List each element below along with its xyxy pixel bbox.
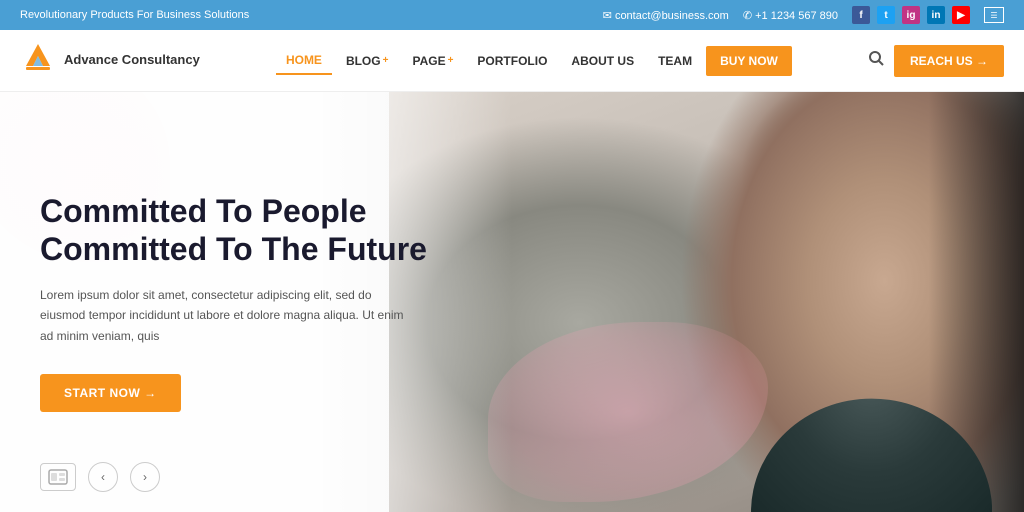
phone-area: ✆ +1 1234 567 890 <box>743 9 838 22</box>
phone-icon: ✆ <box>743 10 755 22</box>
email-icon: ✉ <box>603 10 615 22</box>
logo[interactable]: Advance Consultancy <box>20 40 200 81</box>
logo-name: Advance Consultancy <box>64 52 200 69</box>
hero-section: Committed To People Committed To The Fut… <box>0 92 1024 512</box>
nav-item-team[interactable]: TEAM <box>648 48 702 74</box>
hero-content: Committed To People Committed To The Fut… <box>40 192 427 412</box>
contact-info: ✉ contact@business.com ✆ +1 1234 567 890 <box>603 9 838 22</box>
email-text: contact@business.com <box>615 10 729 22</box>
reach-us-button[interactable]: REACH US → <box>894 45 1004 77</box>
top-bar-right: ✉ contact@business.com ✆ +1 1234 567 890… <box>603 6 1004 24</box>
top-bar: Revolutionary Products For Business Solu… <box>0 0 1024 30</box>
hero-subtitle: Lorem ipsum dolor sit amet, consectetur … <box>40 285 420 346</box>
facebook-icon[interactable]: f <box>852 6 870 24</box>
hero-title: Committed To People Committed To The Fut… <box>40 192 427 269</box>
nav-plus-blog: + <box>383 55 389 66</box>
top-bar-tagline-area: Revolutionary Products For Business Solu… <box>20 9 249 21</box>
topbar-box-icon: ☰ <box>984 7 1004 23</box>
slide-next-button[interactable]: › <box>130 462 160 492</box>
nav-item-home[interactable]: HOME <box>276 47 332 75</box>
nav-plus-page: + <box>448 55 454 66</box>
logo-icon <box>20 40 56 81</box>
nav-item-portfolio[interactable]: PORTFOLIO <box>467 48 557 74</box>
tagline-text: Revolutionary Products For Business Solu… <box>20 9 249 21</box>
nav-item-blog[interactable]: BLOG + <box>336 48 399 74</box>
nav-item-about[interactable]: ABOUT US <box>561 48 644 74</box>
linkedin-icon[interactable]: in <box>927 6 945 24</box>
main-nav: HOME BLOG + PAGE + PORTFOLIO ABOUT US TE… <box>276 46 792 76</box>
twitter-icon[interactable]: t <box>877 6 895 24</box>
phone-text: +1 1234 567 890 <box>755 10 838 22</box>
slide-thumbnail-icon <box>40 463 76 491</box>
email-area: ✉ contact@business.com <box>603 9 729 22</box>
buy-now-button[interactable]: BUY NOW <box>706 46 792 76</box>
instagram-icon[interactable]: ig <box>902 6 920 24</box>
slide-prev-button[interactable]: ‹ <box>88 462 118 492</box>
social-links: f t ig in ▶ <box>852 6 970 24</box>
youtube-icon[interactable]: ▶ <box>952 6 970 24</box>
nav-item-page[interactable]: PAGE + <box>402 48 463 74</box>
hero-controls: ‹ › <box>40 462 160 492</box>
header: Advance Consultancy HOME BLOG + PAGE + P… <box>0 30 1024 92</box>
start-now-button[interactable]: START NOW → <box>40 374 181 412</box>
search-button[interactable] <box>868 50 884 71</box>
header-actions: REACH US → <box>868 45 1004 77</box>
